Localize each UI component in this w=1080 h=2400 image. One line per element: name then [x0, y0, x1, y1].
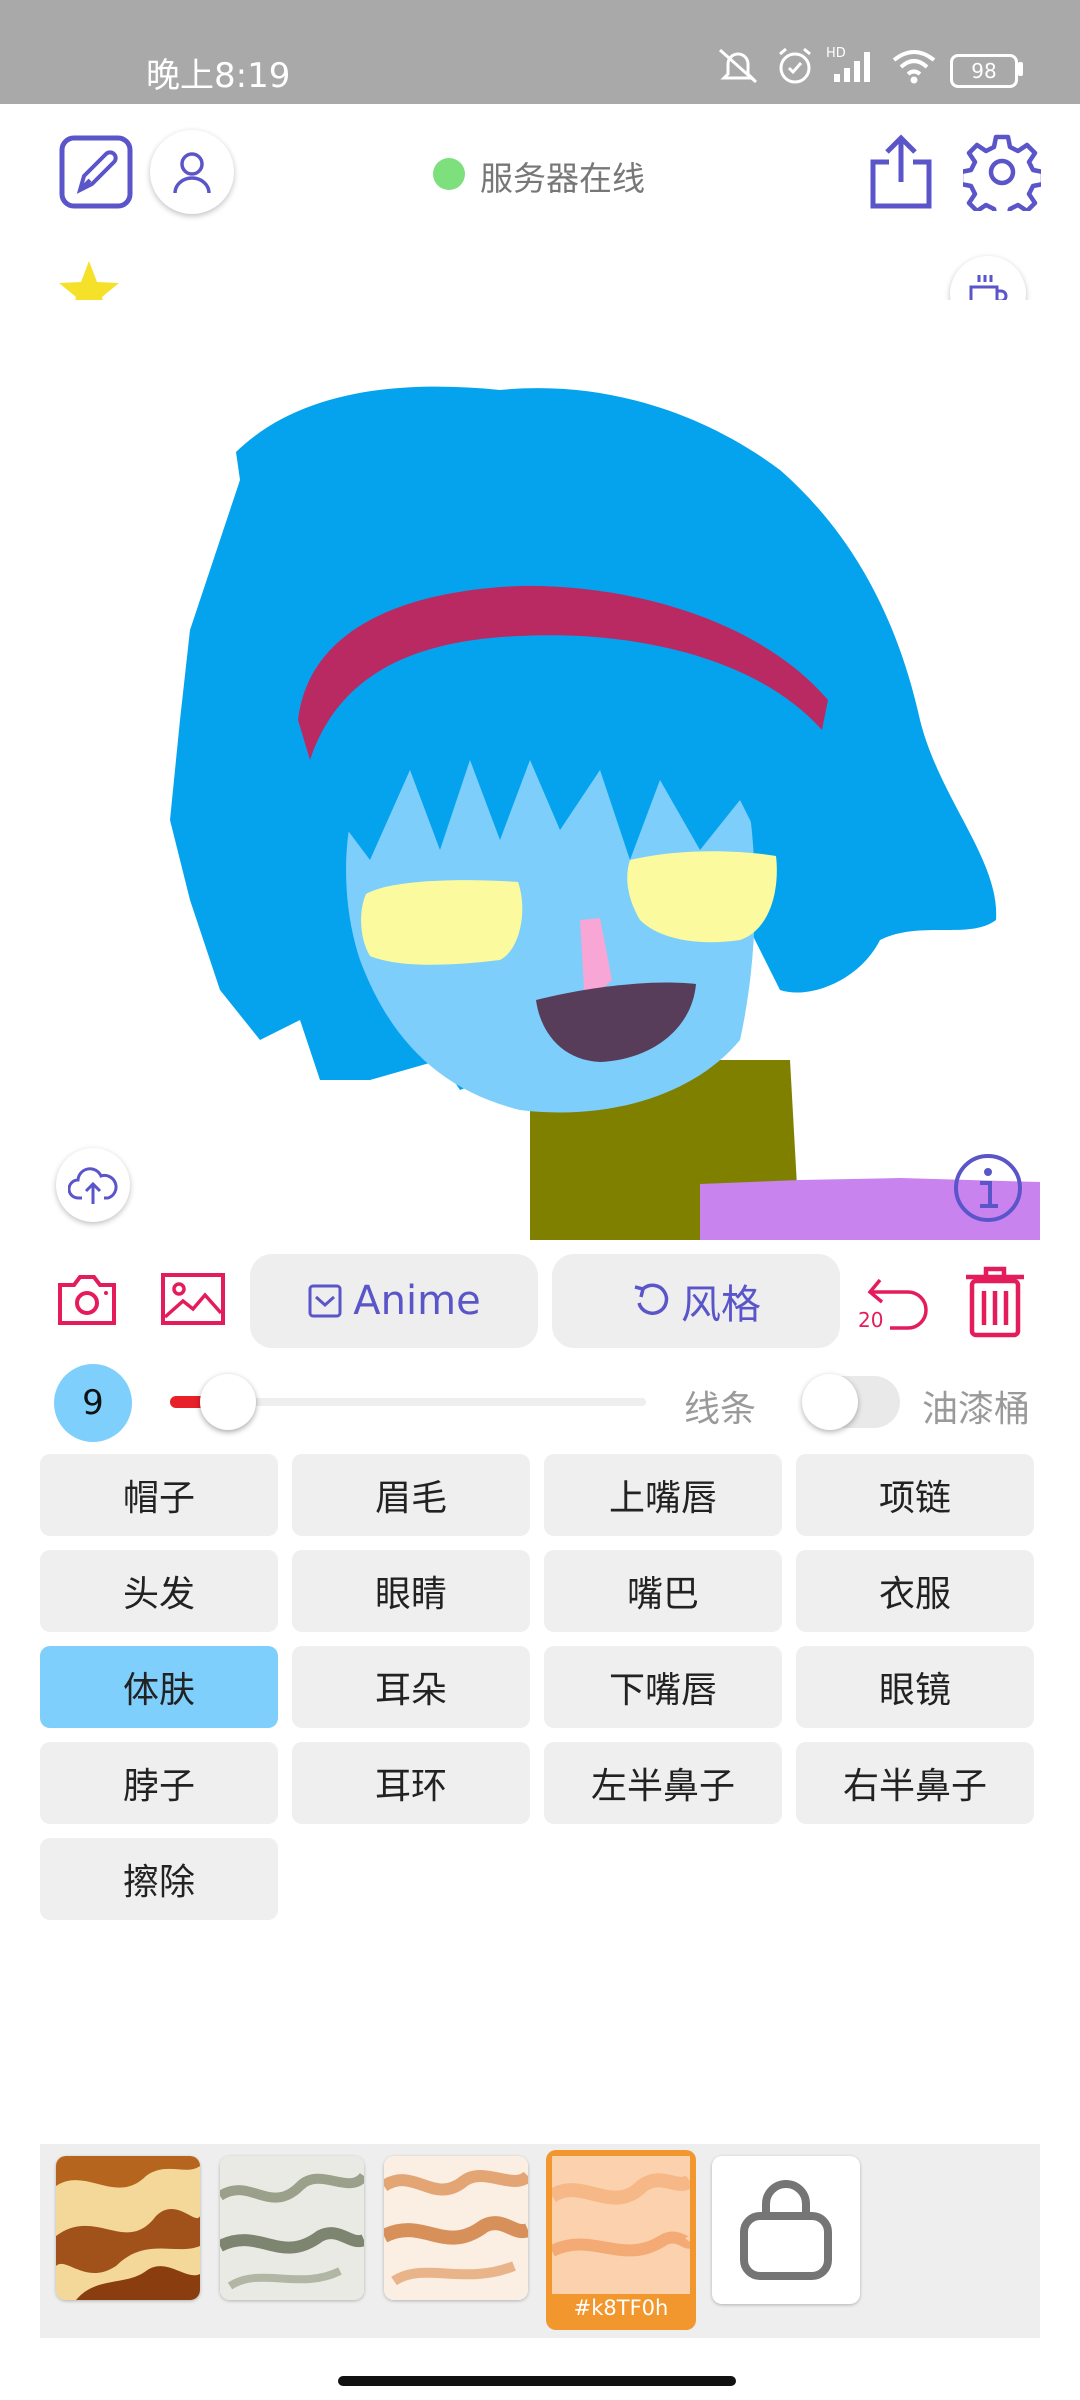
- signal-icon: [834, 52, 870, 82]
- style-label: 风格: [681, 1282, 761, 1328]
- part-button[interactable]: 眼睛: [292, 1550, 530, 1632]
- trash-icon: [966, 1266, 1024, 1338]
- part-button[interactable]: 右半鼻子: [796, 1742, 1034, 1824]
- texture-swatch-3[interactable]: [384, 2156, 528, 2300]
- shopping-bag-icon: [740, 2180, 832, 2280]
- delete-button[interactable]: [960, 1262, 1030, 1340]
- brush-size-badge: 9: [54, 1364, 132, 1442]
- texture-preview: [56, 2156, 200, 2300]
- texture-code-label: #k8TF0h: [573, 2296, 669, 2320]
- mute-icon: [719, 48, 757, 84]
- texture-swatch-2[interactable]: [220, 2156, 364, 2300]
- part-button[interactable]: 耳朵: [292, 1646, 530, 1728]
- server-status-label: 服务器在线: [480, 159, 645, 198]
- cloud-upload-icon: [68, 1167, 118, 1204]
- part-button[interactable]: 帽子: [40, 1454, 278, 1536]
- image-icon: [161, 1273, 225, 1325]
- share-icon: [870, 134, 932, 209]
- part-button[interactable]: 头发: [40, 1550, 278, 1632]
- part-button[interactable]: 项链: [796, 1454, 1034, 1536]
- battery-tip: [1018, 62, 1023, 76]
- info-button[interactable]: [950, 1150, 1026, 1226]
- user-icon: [173, 152, 211, 194]
- part-button[interactable]: 眼镜: [796, 1646, 1034, 1728]
- camera-icon: [58, 1275, 116, 1325]
- paint-bucket-toggle-knob[interactable]: [802, 1374, 858, 1430]
- settings-button[interactable]: [962, 132, 1042, 212]
- account-button[interactable]: [150, 130, 234, 214]
- undo-count: 20: [858, 1308, 884, 1332]
- gesture-home-bar[interactable]: [338, 2376, 736, 2386]
- part-button[interactable]: 下嘴唇: [544, 1646, 782, 1728]
- part-button[interactable]: 耳环: [292, 1742, 530, 1824]
- part-button[interactable]: 眉毛: [292, 1454, 530, 1536]
- status-time: 晚上8:19: [146, 56, 291, 96]
- left-eye-shape: [361, 880, 523, 965]
- part-button[interactable]: 体肤: [40, 1646, 278, 1728]
- part-button[interactable]: 上嘴唇: [544, 1454, 782, 1536]
- anime-button[interactable]: Anime: [250, 1254, 538, 1348]
- part-button[interactable]: 脖子: [40, 1742, 278, 1824]
- rotate-icon: [634, 1283, 669, 1316]
- gear-icon: [963, 134, 1041, 211]
- brush-size-thumb[interactable]: [200, 1374, 256, 1430]
- gallery-button[interactable]: [158, 1266, 228, 1332]
- draw-mode-button[interactable]: [58, 134, 134, 210]
- texture-swatch-1[interactable]: [56, 2156, 200, 2300]
- edit-pen-icon: [59, 135, 133, 209]
- undo-button[interactable]: 20: [856, 1266, 934, 1336]
- checkbox-icon: [308, 1284, 342, 1318]
- paint-bucket-label: 油漆桶: [922, 1389, 1031, 1430]
- share-button[interactable]: [864, 130, 938, 214]
- battery-indicator: 98: [950, 54, 1018, 88]
- lines-label: 线条: [684, 1389, 757, 1430]
- drawing-canvas[interactable]: [40, 300, 1040, 1240]
- server-status-dot: [433, 158, 465, 190]
- part-button[interactable]: 衣服: [796, 1550, 1034, 1632]
- anime-label: Anime: [353, 1278, 481, 1324]
- shop-button[interactable]: [712, 2156, 860, 2304]
- style-button[interactable]: 风格: [552, 1254, 840, 1348]
- part-button[interactable]: 左半鼻子: [544, 1742, 782, 1824]
- info-icon: [954, 1154, 1022, 1222]
- texture-swatch-selected[interactable]: #k8TF0h: [546, 2150, 696, 2330]
- texture-preview: [552, 2156, 690, 2294]
- texture-preview: [384, 2156, 528, 2300]
- camera-button[interactable]: [54, 1266, 120, 1332]
- part-button[interactable]: 擦除: [40, 1838, 278, 1920]
- wifi-icon: [892, 50, 936, 84]
- part-button[interactable]: 嘴巴: [544, 1550, 782, 1632]
- alarm-icon: [779, 47, 811, 84]
- upload-button[interactable]: [56, 1148, 130, 1222]
- texture-preview: [220, 2156, 364, 2300]
